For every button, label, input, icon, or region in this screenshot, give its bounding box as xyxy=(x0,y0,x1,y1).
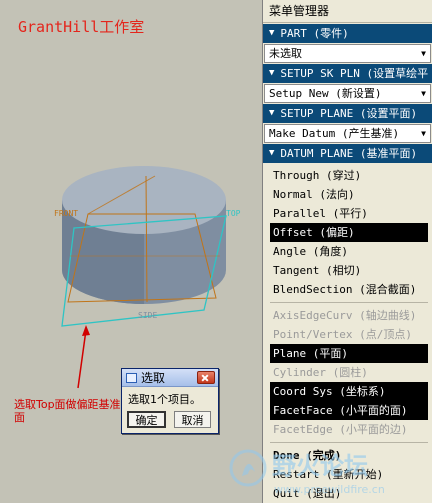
collapse-triangle-icon: ▼ xyxy=(269,68,275,78)
close-icon[interactable] xyxy=(197,371,215,384)
annotation-text: 选取Top面做偏距基准面 xyxy=(14,398,121,424)
chevron-down-icon: ▼ xyxy=(421,129,426,138)
setup-sk-dropdown[interactable]: Setup New (新设置) ▼ xyxy=(264,84,431,103)
select-dialog: 选取 选取1个项目。 确定 取消 xyxy=(121,368,219,434)
collapse-triangle-icon: ▼ xyxy=(269,28,275,38)
menu-manager: 菜单管理器 ▼ PART (零件) 未选取 ▼ ▼ SETUP SK PLN (… xyxy=(262,0,432,503)
chevron-down-icon: ▼ xyxy=(421,49,426,58)
menu-item-parallel[interactable]: Parallel (平行) xyxy=(270,204,428,223)
menu-item-axisedgecurv: AxisEdgeCurv (轴边曲线) xyxy=(273,309,417,322)
menu-title: 菜单管理器 xyxy=(263,0,432,23)
chevron-down-icon: ▼ xyxy=(421,89,426,98)
part-dropdown-value: 未选取 xyxy=(269,47,302,60)
menu-item-tangent[interactable]: Tangent (相切) xyxy=(270,261,428,280)
part-header[interactable]: ▼ PART (零件) xyxy=(263,24,432,43)
ok-button[interactable]: 确定 xyxy=(127,411,166,428)
menu-item-cylinder: Cylinder (圆柱) xyxy=(273,366,368,379)
collapse-triangle-icon: ▼ xyxy=(269,108,275,118)
front-plane-label: FRONT xyxy=(54,209,78,218)
menu-item-plane[interactable]: Plane (平面) xyxy=(270,344,428,363)
menu-item-through[interactable]: Through (穿过) xyxy=(270,166,428,185)
menu-item-quit[interactable]: Quit (退出) xyxy=(270,484,428,503)
pointer-arrow xyxy=(77,329,87,389)
menu-divider xyxy=(270,442,428,443)
menu-item-offset[interactable]: Offset (偏距) xyxy=(270,223,428,242)
setup-plane-label: SETUP PLANE (设置平面) xyxy=(280,107,418,120)
datum-plane-header[interactable]: ▼ DATUM PLANE (基准平面) xyxy=(263,144,432,163)
dialog-message: 选取1个项目。 xyxy=(128,393,201,406)
menu-item-facetface[interactable]: FacetFace (小平面的面) xyxy=(270,401,428,420)
dialog-title: 选取 xyxy=(141,371,166,385)
cancel-button[interactable]: 取消 xyxy=(174,411,211,428)
menu-item-facetedge: FacetEdge (小平面的边) xyxy=(273,423,408,436)
menu-item-point-vertex: Point/Vertex (点/顶点) xyxy=(273,328,412,341)
window-icon xyxy=(126,372,137,383)
part-dropdown[interactable]: 未选取 ▼ xyxy=(264,44,431,63)
setup-sk-pln-label: SETUP SK PLN (设置草绘平 xyxy=(280,67,429,80)
menu-item-restart[interactable]: Restart (重新开始) xyxy=(270,465,428,484)
side-plane-label: SIDE xyxy=(138,311,157,320)
collapse-triangle-icon: ▼ xyxy=(269,148,275,158)
menu-item-normal[interactable]: Normal (法向) xyxy=(270,185,428,204)
menu-item-coord-sys[interactable]: Coord Sys (坐标系) xyxy=(270,382,428,401)
setup-sk-dropdown-value: Setup New (新设置) xyxy=(269,87,382,100)
top-plane-label: TOP xyxy=(226,209,241,218)
menu-item-blendsection[interactable]: BlendSection (混合截面) xyxy=(270,280,428,299)
menu-item-done[interactable]: Done (完成) xyxy=(270,446,428,465)
menu-divider xyxy=(270,302,428,303)
datum-plane-options: Through (穿过) Normal (法向) Parallel (平行) O… xyxy=(270,166,428,503)
cylinder-top-face xyxy=(62,166,226,234)
setup-plane-header[interactable]: ▼ SETUP PLANE (设置平面) xyxy=(263,104,432,123)
setup-sk-pln-header[interactable]: ▼ SETUP SK PLN (设置草绘平 xyxy=(263,64,432,83)
datum-plane-label: DATUM PLANE (基准平面) xyxy=(280,147,418,160)
setup-plane-dropdown[interactable]: Make Datum (产生基准) ▼ xyxy=(264,124,431,143)
part-header-label: PART (零件) xyxy=(280,27,349,40)
menu-item-angle[interactable]: Angle (角度) xyxy=(270,242,428,261)
setup-plane-dropdown-value: Make Datum (产生基准) xyxy=(269,127,400,140)
